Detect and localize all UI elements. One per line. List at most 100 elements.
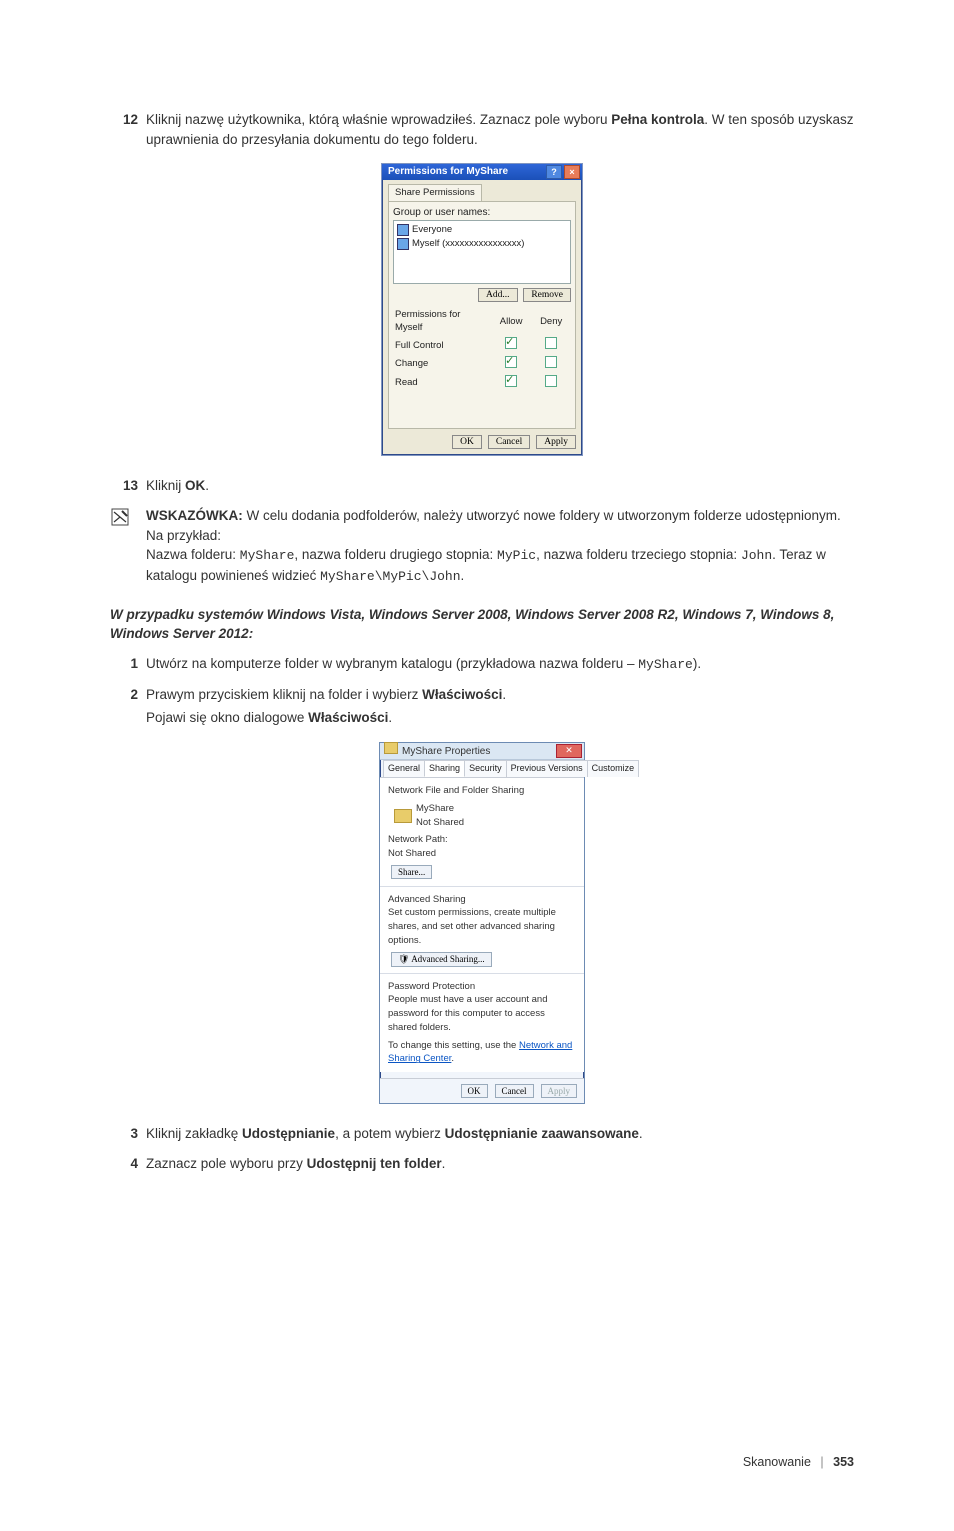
- allow-header: Allow: [491, 307, 531, 337]
- bold-text: Właściwości: [422, 687, 502, 702]
- section-heading: W przypadku systemów Windows Vista, Wind…: [110, 605, 854, 644]
- text: .: [205, 478, 209, 493]
- advanced-sharing-button[interactable]: 🛡 Advanced Sharing...: [391, 952, 492, 967]
- text: W celu dodania podfolderów, należy utwor…: [243, 508, 841, 523]
- mono-text: John: [741, 548, 772, 563]
- apply-button[interactable]: Apply: [536, 435, 576, 449]
- step-number: 2: [110, 685, 146, 728]
- step-body: Prawym przyciskiem kliknij na folder i w…: [146, 685, 854, 728]
- text: , nazwa folderu trzeciego stopnia:: [536, 547, 741, 562]
- step-body: Utwórz na komputerze folder w wybranym k…: [146, 654, 854, 675]
- perm-name: Change: [393, 355, 491, 374]
- list-item[interactable]: Myself (xxxxxxxxxxxxxxxx): [396, 237, 568, 251]
- dialog-title: MyShare Properties: [402, 746, 490, 757]
- tab-share-permissions[interactable]: Share Permissions: [388, 184, 482, 201]
- user-name: Everyone: [412, 223, 452, 237]
- mono-text: MyPic: [497, 548, 536, 563]
- step-number: 12: [110, 110, 146, 149]
- shared-status: Not Shared: [416, 816, 464, 830]
- cancel-button[interactable]: Cancel: [495, 1084, 534, 1098]
- tab-general[interactable]: General: [383, 760, 425, 777]
- text: .: [442, 1156, 446, 1171]
- close-icon[interactable]: ✕: [556, 744, 582, 758]
- checkbox-deny-full[interactable]: [545, 337, 557, 349]
- step-body: Zaznacz pole wyboru przy Udostępnij ten …: [146, 1154, 854, 1174]
- tab-sharing[interactable]: Sharing: [424, 760, 465, 777]
- user-icon: [397, 238, 409, 250]
- network-path-value: Not Shared: [388, 847, 576, 861]
- deny-header: Deny: [531, 307, 571, 337]
- dialog-title: Permissions for MyShare: [388, 165, 508, 180]
- add-button[interactable]: Add...: [478, 288, 518, 302]
- text: Nazwa folderu:: [146, 547, 240, 562]
- step-13: 13 Kliknij OK.: [110, 476, 854, 496]
- dialog-titlebar[interactable]: MyShare Properties ✕: [380, 743, 584, 760]
- text: .: [639, 1126, 643, 1141]
- user-name: Myself (xxxxxxxxxxxxxxxx): [412, 237, 524, 251]
- close-icon[interactable]: ×: [564, 165, 580, 179]
- text: Zaznacz pole wyboru przy: [146, 1156, 307, 1171]
- section-title: Network File and Folder Sharing: [388, 784, 576, 798]
- bold-text: Udostępnianie: [242, 1126, 335, 1141]
- section-name: Skanowanie: [743, 1455, 811, 1469]
- ok-button[interactable]: OK: [452, 435, 482, 449]
- bold-text: Właściwości: [308, 710, 388, 725]
- tab-previous-versions[interactable]: Previous Versions: [506, 760, 588, 777]
- step-number: 13: [110, 476, 146, 496]
- section-text: Set custom permissions, create multiple …: [388, 906, 576, 947]
- dialog-titlebar[interactable]: Permissions for MyShare ? ×: [382, 164, 582, 180]
- checkbox-allow-read[interactable]: [505, 375, 517, 387]
- note-body: WSKAZÓWKA: W celu dodania podfolderów, n…: [146, 506, 854, 587]
- tab-customize[interactable]: Customize: [587, 760, 640, 777]
- checkbox-allow-change[interactable]: [505, 356, 517, 368]
- checkbox-allow-full[interactable]: [505, 337, 517, 349]
- step-3: 3 Kliknij zakładkę Udostępnianie, a pote…: [110, 1124, 854, 1144]
- divider-icon: |: [820, 1455, 823, 1469]
- users-listbox[interactable]: Everyone Myself (xxxxxxxxxxxxxxxx): [393, 220, 571, 284]
- text: Kliknij: [146, 478, 185, 493]
- step-number: 3: [110, 1124, 146, 1144]
- perm-name: Full Control: [393, 336, 491, 355]
- permissions-dialog: Permissions for MyShare ? × Share Permis…: [381, 163, 583, 456]
- text: .: [461, 568, 465, 583]
- list-item[interactable]: Everyone: [396, 223, 568, 237]
- mono-text: MyShare: [638, 657, 693, 672]
- text: To change this setting, use the: [388, 1040, 519, 1051]
- tab-strip: General Sharing Security Previous Versio…: [380, 760, 584, 778]
- checkbox-deny-read[interactable]: [545, 375, 557, 387]
- mono-text: MyShare: [240, 548, 295, 563]
- bold-text: Pełna kontrola: [611, 112, 704, 127]
- note-block: WSKAZÓWKA: W celu dodania podfolderów, n…: [110, 506, 854, 587]
- step-4: 4 Zaznacz pole wyboru przy Udostępnij te…: [110, 1154, 854, 1174]
- note-icon: [110, 506, 134, 587]
- text: Kliknij nazwę użytkownika, którą właśnie…: [146, 112, 611, 127]
- text: .: [502, 687, 506, 702]
- properties-dialog: MyShare Properties ✕ General Sharing Sec…: [379, 742, 585, 1104]
- step-12: 12 Kliknij nazwę użytkownika, którą właś…: [110, 110, 854, 149]
- apply-button[interactable]: Apply: [541, 1084, 578, 1098]
- checkbox-deny-change[interactable]: [545, 356, 557, 368]
- text: , nazwa folderu drugiego stopnia:: [294, 547, 497, 562]
- text: Pojawi się okno dialogowe: [146, 710, 308, 725]
- text: Na przykład:: [146, 526, 854, 546]
- help-icon[interactable]: ?: [546, 165, 562, 179]
- text: ).: [693, 656, 701, 671]
- perm-header: Permissions for Myself: [393, 307, 491, 337]
- step-number: 1: [110, 654, 146, 675]
- user-icon: [397, 224, 409, 236]
- perm-name: Read: [393, 374, 491, 393]
- folder-name: MyShare: [416, 802, 464, 816]
- step-body: Kliknij zakładkę Udostępnianie, a potem …: [146, 1124, 854, 1144]
- step-body: Kliknij OK.: [146, 476, 854, 496]
- mono-text: MyShare\MyPic\John: [320, 569, 460, 584]
- ok-button[interactable]: OK: [461, 1084, 488, 1098]
- permissions-table: Permissions for Myself Allow Deny Full C…: [393, 307, 571, 393]
- tab-security[interactable]: Security: [464, 760, 507, 777]
- step-number: 4: [110, 1154, 146, 1174]
- remove-button[interactable]: Remove: [523, 288, 571, 302]
- section-title: Password Protection: [388, 980, 576, 994]
- text: , a potem wybierz: [335, 1126, 445, 1141]
- cancel-button[interactable]: Cancel: [488, 435, 530, 449]
- share-button[interactable]: Share...: [391, 865, 432, 879]
- step-1: 1 Utwórz na komputerze folder w wybranym…: [110, 654, 854, 675]
